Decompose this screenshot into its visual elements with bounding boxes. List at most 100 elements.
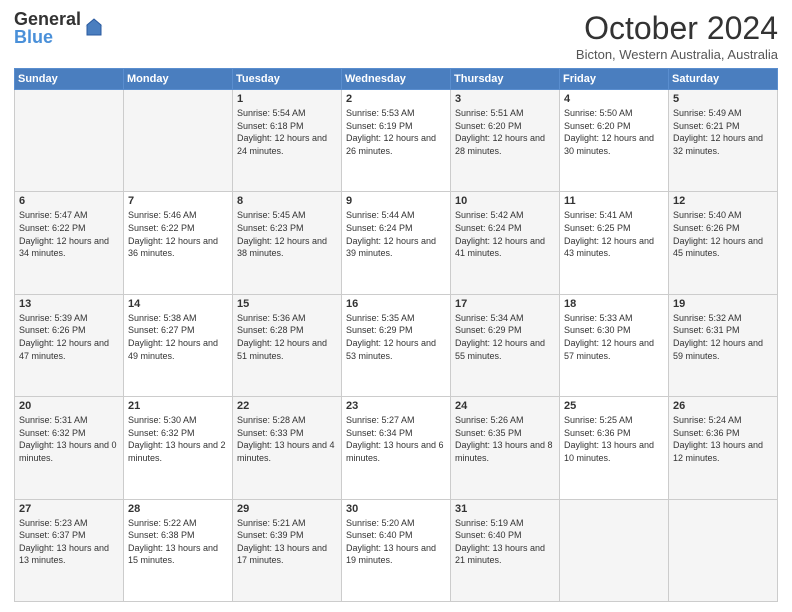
day-info: Sunrise: 5:41 AM Sunset: 6:25 PM Dayligh… (564, 209, 664, 259)
header-thursday: Thursday (451, 69, 560, 90)
table-row: 8 Sunrise: 5:45 AM Sunset: 6:23 PM Daylig… (233, 192, 342, 294)
day-number: 11 (564, 195, 664, 207)
day-number: 1 (237, 93, 337, 105)
day-number: 4 (564, 93, 664, 105)
day-info: Sunrise: 5:34 AM Sunset: 6:29 PM Dayligh… (455, 312, 555, 362)
day-info: Sunrise: 5:50 AM Sunset: 6:20 PM Dayligh… (564, 107, 664, 157)
title-section: October 2024 Bicton, Western Australia, … (576, 10, 778, 62)
day-number: 16 (346, 298, 446, 310)
day-number: 27 (19, 503, 119, 515)
day-info: Sunrise: 5:39 AM Sunset: 6:26 PM Dayligh… (19, 312, 119, 362)
day-number: 28 (128, 503, 228, 515)
day-number: 7 (128, 195, 228, 207)
day-info: Sunrise: 5:19 AM Sunset: 6:40 PM Dayligh… (455, 517, 555, 567)
day-number: 5 (673, 93, 773, 105)
table-row (560, 499, 669, 601)
day-number: 31 (455, 503, 555, 515)
day-number: 23 (346, 400, 446, 412)
calendar-week-row: 27 Sunrise: 5:23 AM Sunset: 6:37 PM Dayli… (15, 499, 778, 601)
day-info: Sunrise: 5:24 AM Sunset: 6:36 PM Dayligh… (673, 414, 773, 464)
day-number: 14 (128, 298, 228, 310)
calendar-week-row: 6 Sunrise: 5:47 AM Sunset: 6:22 PM Daylig… (15, 192, 778, 294)
day-number: 12 (673, 195, 773, 207)
day-number: 8 (237, 195, 337, 207)
day-info: Sunrise: 5:22 AM Sunset: 6:38 PM Dayligh… (128, 517, 228, 567)
table-row: 4 Sunrise: 5:50 AM Sunset: 6:20 PM Daylig… (560, 90, 669, 192)
day-number: 20 (19, 400, 119, 412)
day-info: Sunrise: 5:36 AM Sunset: 6:28 PM Dayligh… (237, 312, 337, 362)
day-number: 29 (237, 503, 337, 515)
table-row: 3 Sunrise: 5:51 AM Sunset: 6:20 PM Daylig… (451, 90, 560, 192)
table-row: 1 Sunrise: 5:54 AM Sunset: 6:18 PM Daylig… (233, 90, 342, 192)
table-row: 16Sunrise: 5:35 AM Sunset: 6:29 PM Dayli… (342, 294, 451, 396)
logo-text: General Blue (14, 10, 81, 46)
day-info: Sunrise: 5:23 AM Sunset: 6:37 PM Dayligh… (19, 517, 119, 567)
table-row: 6 Sunrise: 5:47 AM Sunset: 6:22 PM Daylig… (15, 192, 124, 294)
logo-general: General (14, 10, 81, 28)
table-row: 12 Sunrise: 5:40 AM Sunset: 6:26 PM Dayli… (669, 192, 778, 294)
day-number: 6 (19, 195, 119, 207)
calendar-week-row: 13 Sunrise: 5:39 AM Sunset: 6:26 PM Dayli… (15, 294, 778, 396)
table-row: 22Sunrise: 5:28 AM Sunset: 6:33 PM Dayli… (233, 397, 342, 499)
day-info: Sunrise: 5:30 AM Sunset: 6:32 PM Dayligh… (128, 414, 228, 464)
table-row: 7Sunrise: 5:46 AM Sunset: 6:22 PM Daylig… (124, 192, 233, 294)
month-title: October 2024 (576, 10, 778, 47)
table-row: 28 Sunrise: 5:22 AM Sunset: 6:38 PM Dayli… (124, 499, 233, 601)
day-number: 9 (346, 195, 446, 207)
table-row: 18 Sunrise: 5:33 AM Sunset: 6:30 PM Dayli… (560, 294, 669, 396)
table-row: 11 Sunrise: 5:41 AM Sunset: 6:25 PM Dayli… (560, 192, 669, 294)
day-number: 21 (128, 400, 228, 412)
table-row: 2Sunrise: 5:53 AM Sunset: 6:19 PM Daylig… (342, 90, 451, 192)
location: Bicton, Western Australia, Australia (576, 47, 778, 62)
day-info: Sunrise: 5:51 AM Sunset: 6:20 PM Dayligh… (455, 107, 555, 157)
day-number: 15 (237, 298, 337, 310)
table-row: 19Sunrise: 5:32 AM Sunset: 6:31 PM Dayli… (669, 294, 778, 396)
day-info: Sunrise: 5:21 AM Sunset: 6:39 PM Dayligh… (237, 517, 337, 567)
logo-blue: Blue (14, 28, 81, 46)
table-row (124, 90, 233, 192)
calendar-week-row: 1 Sunrise: 5:54 AM Sunset: 6:18 PM Daylig… (15, 90, 778, 192)
table-row: 26Sunrise: 5:24 AM Sunset: 6:36 PM Dayli… (669, 397, 778, 499)
day-number: 13 (19, 298, 119, 310)
logo-icon (83, 17, 105, 39)
logo: General Blue (14, 10, 105, 46)
day-number: 10 (455, 195, 555, 207)
table-row: 20 Sunrise: 5:31 AM Sunset: 6:32 PM Dayli… (15, 397, 124, 499)
day-number: 3 (455, 93, 555, 105)
day-info: Sunrise: 5:32 AM Sunset: 6:31 PM Dayligh… (673, 312, 773, 362)
table-row: 27 Sunrise: 5:23 AM Sunset: 6:37 PM Dayli… (15, 499, 124, 601)
day-info: Sunrise: 5:53 AM Sunset: 6:19 PM Dayligh… (346, 107, 446, 157)
header-monday: Monday (124, 69, 233, 90)
day-number: 30 (346, 503, 446, 515)
table-row: 15 Sunrise: 5:36 AM Sunset: 6:28 PM Dayli… (233, 294, 342, 396)
day-number: 24 (455, 400, 555, 412)
table-row: 31 Sunrise: 5:19 AM Sunset: 6:40 PM Dayli… (451, 499, 560, 601)
calendar-week-row: 20 Sunrise: 5:31 AM Sunset: 6:32 PM Dayli… (15, 397, 778, 499)
day-info: Sunrise: 5:26 AM Sunset: 6:35 PM Dayligh… (455, 414, 555, 464)
day-info: Sunrise: 5:27 AM Sunset: 6:34 PM Dayligh… (346, 414, 446, 464)
day-info: Sunrise: 5:33 AM Sunset: 6:30 PM Dayligh… (564, 312, 664, 362)
day-info: Sunrise: 5:44 AM Sunset: 6:24 PM Dayligh… (346, 209, 446, 259)
day-info: Sunrise: 5:31 AM Sunset: 6:32 PM Dayligh… (19, 414, 119, 464)
calendar-header-row: Sunday Monday Tuesday Wednesday Thursday… (15, 69, 778, 90)
day-number: 17 (455, 298, 555, 310)
header-sunday: Sunday (15, 69, 124, 90)
table-row (15, 90, 124, 192)
day-info: Sunrise: 5:40 AM Sunset: 6:26 PM Dayligh… (673, 209, 773, 259)
table-row: 13 Sunrise: 5:39 AM Sunset: 6:26 PM Dayli… (15, 294, 124, 396)
table-row: 5Sunrise: 5:49 AM Sunset: 6:21 PM Daylig… (669, 90, 778, 192)
table-row: 21 Sunrise: 5:30 AM Sunset: 6:32 PM Dayli… (124, 397, 233, 499)
table-row: 14Sunrise: 5:38 AM Sunset: 6:27 PM Dayli… (124, 294, 233, 396)
day-number: 18 (564, 298, 664, 310)
calendar-table: Sunday Monday Tuesday Wednesday Thursday… (14, 68, 778, 602)
table-row: 29 Sunrise: 5:21 AM Sunset: 6:39 PM Dayli… (233, 499, 342, 601)
day-info: Sunrise: 5:47 AM Sunset: 6:22 PM Dayligh… (19, 209, 119, 259)
day-info: Sunrise: 5:42 AM Sunset: 6:24 PM Dayligh… (455, 209, 555, 259)
day-info: Sunrise: 5:45 AM Sunset: 6:23 PM Dayligh… (237, 209, 337, 259)
header-friday: Friday (560, 69, 669, 90)
header-saturday: Saturday (669, 69, 778, 90)
table-row: 25Sunrise: 5:25 AM Sunset: 6:36 PM Dayli… (560, 397, 669, 499)
table-row: 23 Sunrise: 5:27 AM Sunset: 6:34 PM Dayli… (342, 397, 451, 499)
header-wednesday: Wednesday (342, 69, 451, 90)
day-info: Sunrise: 5:54 AM Sunset: 6:18 PM Dayligh… (237, 107, 337, 157)
